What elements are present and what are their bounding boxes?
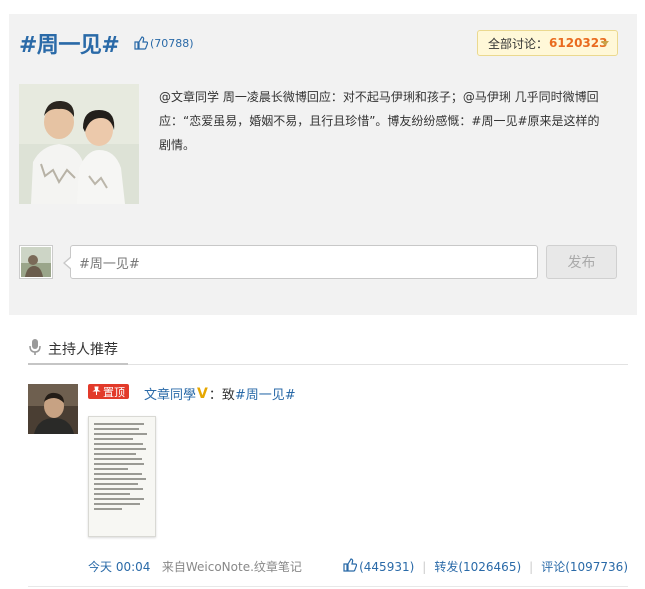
pinned-badge: 置顶	[88, 384, 129, 399]
feed-username-link[interactable]: 文章同學	[144, 384, 196, 403]
topic-description: @文章同学 周一凌晨长微博回应：对不起马伊琍和孩子；@马伊琍 几乎同时微博回应：…	[159, 90, 600, 152]
feed-meta: 今天 00:04 来自WeicoNote.纹章笔记	[88, 558, 302, 575]
topic-title[interactable]: #周一见#	[19, 27, 120, 59]
topic-cover-image	[19, 84, 139, 204]
post-input[interactable]	[70, 245, 538, 279]
section-title-underline	[28, 363, 128, 365]
all-discussions-dropdown[interactable]: 全部讨论： 6120323	[477, 30, 618, 56]
feed-like-button[interactable]: (445931)	[343, 558, 414, 575]
user-avatar-thumbnail	[19, 245, 53, 279]
feed-like-count: (445931)	[359, 559, 415, 574]
feed-text-prefix: ：致	[208, 388, 235, 403]
action-separator: |	[422, 559, 427, 574]
publish-button[interactable]: 发布	[546, 245, 617, 279]
feed-attached-image[interactable]	[88, 416, 156, 537]
feed-divider	[28, 586, 628, 587]
microphone-icon	[28, 338, 42, 359]
thumbs-up-icon	[134, 36, 148, 50]
feed-actions: (445931) | 转发(1026465) | 评论(1097736)	[343, 558, 628, 575]
discuss-label: 全部讨论：	[488, 36, 549, 51]
feed-post-text: 文章同學 V ：致 #周一见#	[144, 384, 296, 404]
topic-like-button[interactable]: (70788)	[134, 36, 194, 50]
host-section-header: 主持人推荐	[28, 338, 118, 359]
feed-timestamp-link[interactable]: 今天 00:04	[88, 560, 150, 574]
topic-like-count: (70788)	[150, 36, 194, 50]
feed-repost-button[interactable]: 转发(1026465)	[434, 558, 521, 575]
feed-source[interactable]: 来自WeicoNote.纹章笔记	[162, 560, 302, 574]
action-separator: |	[529, 559, 534, 574]
pin-icon	[92, 385, 101, 398]
thumbs-up-icon	[343, 558, 358, 575]
host-section-title: 主持人推荐	[48, 341, 118, 358]
discuss-count: 6120323	[549, 36, 608, 50]
pinned-label: 置顶	[103, 385, 125, 399]
feed-user-avatar[interactable]	[28, 384, 78, 434]
verified-badge-icon[interactable]: V	[197, 386, 208, 402]
input-pointer-fill	[65, 257, 72, 269]
feed-hashtag-link[interactable]: #周一见#	[235, 384, 296, 403]
chevron-down-icon	[601, 41, 609, 46]
feed-comment-button[interactable]: 评论(1097736)	[541, 558, 628, 575]
